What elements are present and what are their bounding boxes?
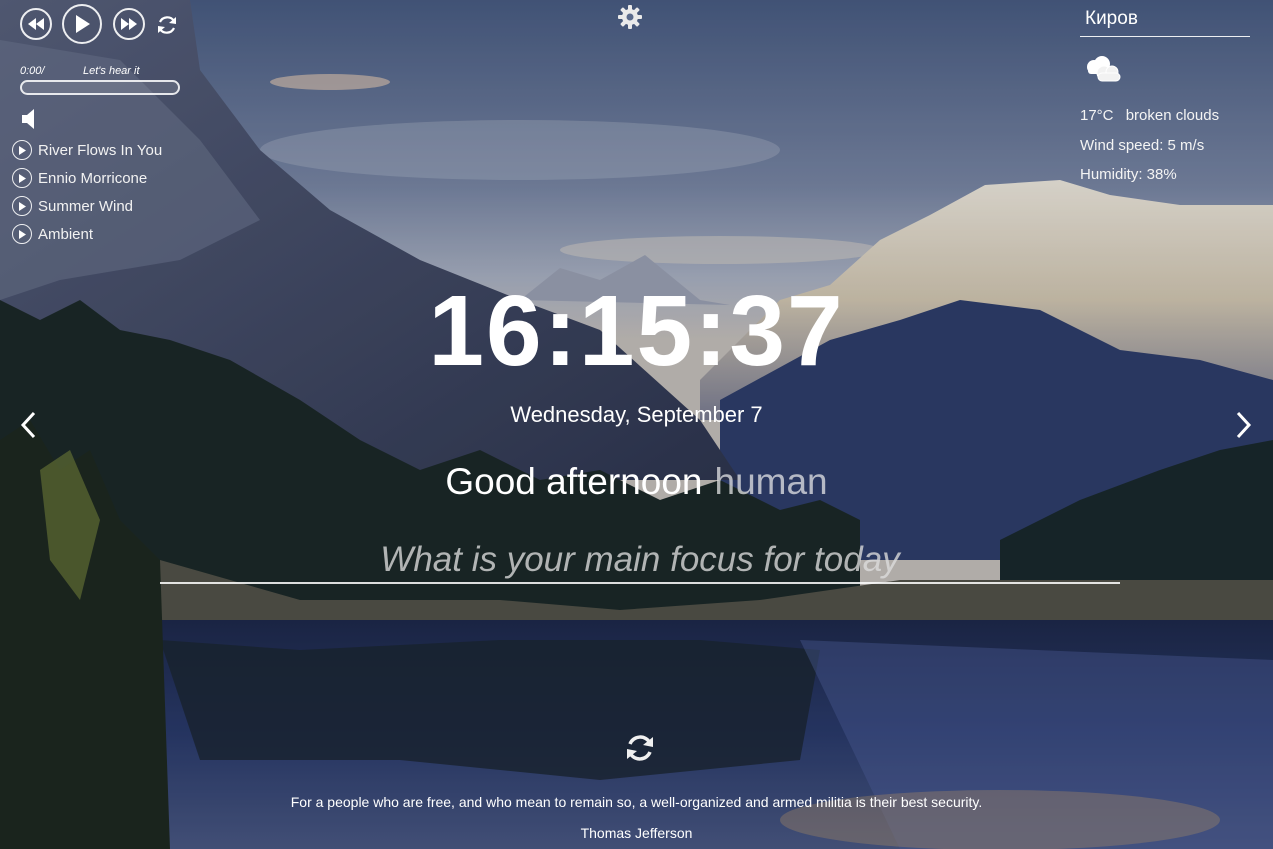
play-button[interactable] xyxy=(62,4,102,44)
user-name[interactable]: human xyxy=(715,461,828,502)
weather-temperature: 17°C xyxy=(1080,107,1114,124)
track-progress-bar[interactable] xyxy=(20,80,180,95)
clock-date: Wednesday, September 7 xyxy=(510,402,763,427)
greeting-text: Good afternoon xyxy=(445,461,703,502)
quote-author: Thomas Jefferson xyxy=(580,825,693,841)
weather-wind: Wind speed: 5 m/s xyxy=(1080,137,1205,154)
playlist-item[interactable]: River Flows In You xyxy=(12,136,162,164)
repeat-icon xyxy=(158,16,176,34)
settings-button[interactable] xyxy=(617,4,643,30)
track-title: Let's hear it xyxy=(83,65,140,77)
playlist: River Flows In You Ennio Morricone Summe… xyxy=(12,136,162,248)
app-screen: 0:00/ Let's hear it River Flows In You E… xyxy=(0,0,1273,849)
weather-city: Киров xyxy=(1080,8,1250,37)
gear-icon xyxy=(618,5,642,29)
play-icon xyxy=(12,168,32,188)
next-background-button[interactable] xyxy=(1234,408,1254,442)
repeat-button[interactable] xyxy=(154,12,180,38)
weather-humidity: Humidity: 38% xyxy=(1080,166,1177,183)
play-icon xyxy=(76,15,90,33)
playlist-item-label: River Flows In You xyxy=(38,141,163,159)
playlist-item-label: Summer Wind xyxy=(38,197,134,215)
playlist-item[interactable]: Ambient xyxy=(12,220,162,248)
previous-background-button[interactable] xyxy=(18,408,38,442)
weather-description: broken clouds xyxy=(1125,107,1220,124)
next-track-button[interactable] xyxy=(113,8,145,40)
clock-time: 16:15:37 xyxy=(428,275,845,387)
play-icon xyxy=(12,196,32,216)
fast-forward-icon xyxy=(121,18,137,30)
previous-track-button[interactable] xyxy=(20,8,52,40)
playlist-item-label: Ambient xyxy=(38,225,94,243)
main-focus-input[interactable] xyxy=(160,538,1120,584)
greeting: Good afternoon human xyxy=(0,461,1273,503)
track-time: 0:00/ xyxy=(20,65,45,77)
playlist-item[interactable]: Ennio Morricone xyxy=(12,164,162,192)
quote-refresh-button[interactable] xyxy=(622,730,658,766)
weather-summary: 17°C broken clouds xyxy=(1080,107,1219,124)
chevron-left-icon xyxy=(20,411,36,439)
play-icon xyxy=(12,224,32,244)
rewind-icon xyxy=(28,18,44,30)
quote-text: For a people who are free, and who mean … xyxy=(290,794,983,810)
playlist-item[interactable]: Summer Wind xyxy=(12,192,162,220)
chevron-right-icon xyxy=(1236,411,1252,439)
speaker-icon xyxy=(22,109,34,129)
volume-button[interactable] xyxy=(20,108,40,130)
refresh-icon xyxy=(627,735,653,761)
broken-clouds-icon xyxy=(1082,55,1122,85)
play-icon xyxy=(12,140,32,160)
playlist-item-label: Ennio Morricone xyxy=(38,169,148,187)
